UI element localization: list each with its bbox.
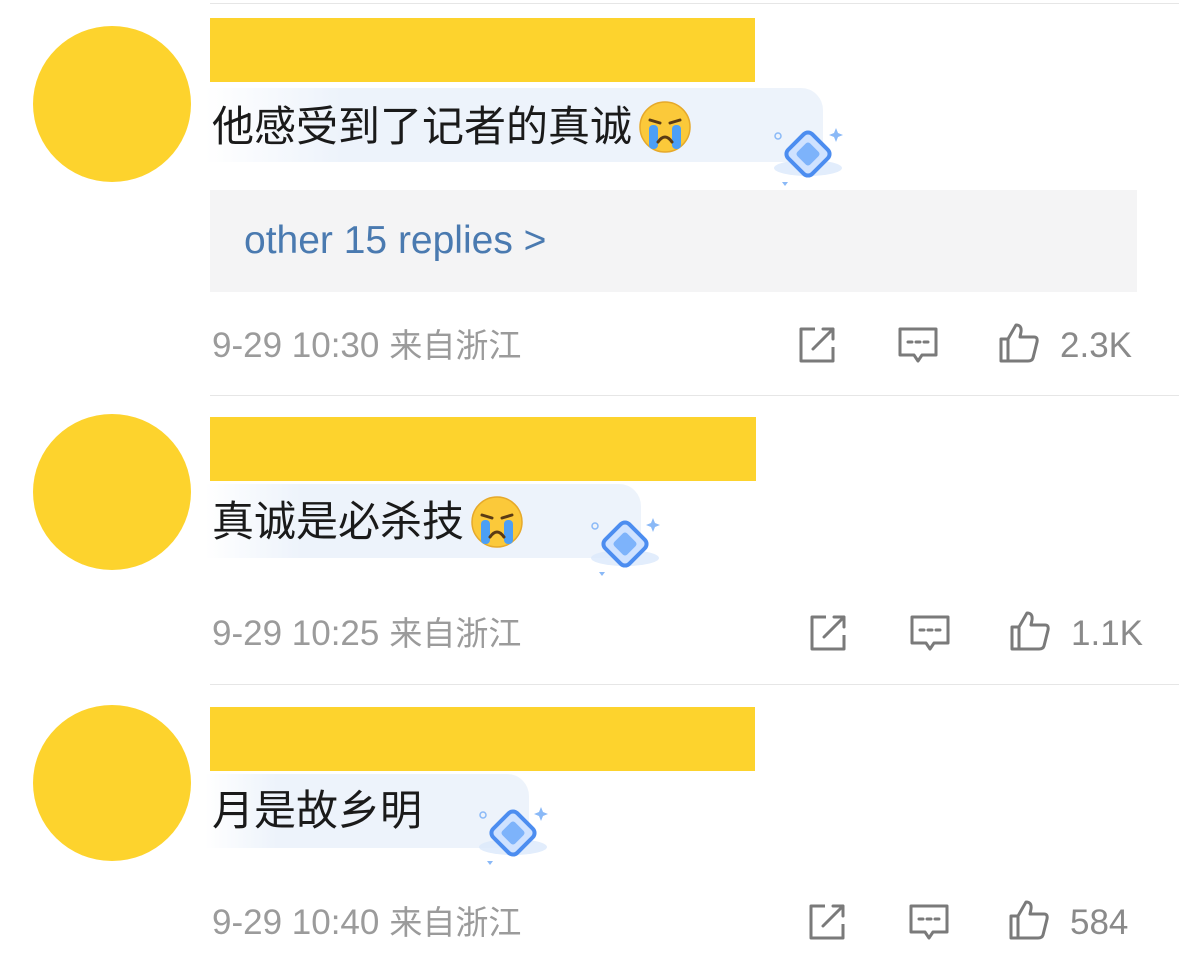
timestamp: 9-29 10:30 bbox=[212, 326, 380, 365]
timestamp: 9-29 10:40 bbox=[212, 903, 380, 942]
thumbs-up-icon[interactable] bbox=[1007, 898, 1051, 942]
like-count: 584 bbox=[1070, 903, 1129, 942]
comment-meta: 9-29 10:30 来自浙江 bbox=[212, 324, 521, 368]
avatar[interactable] bbox=[33, 26, 191, 182]
diamond-badge-icon bbox=[589, 512, 661, 576]
username-bar[interactable] bbox=[210, 417, 756, 481]
comment-item: 真诚是必杀技 9-29 10:25 来自浙江 1.1K bbox=[0, 396, 1179, 684]
loudly-crying-face-icon bbox=[638, 100, 692, 154]
timestamp: 9-29 10:25 bbox=[212, 614, 380, 653]
location: 来自浙江 bbox=[389, 903, 522, 942]
comment-meta: 9-29 10:40 来自浙江 bbox=[212, 901, 521, 945]
diamond-badge-icon bbox=[772, 122, 844, 186]
share-icon[interactable] bbox=[795, 323, 839, 367]
username-bar[interactable] bbox=[210, 707, 755, 771]
comment-text-content: 月是故乡明 bbox=[212, 786, 423, 835]
comment-text: 他感受到了记者的真诚 bbox=[212, 100, 692, 154]
like-count: 2.3K bbox=[1060, 326, 1132, 365]
comment-item: 月是故乡明 9-29 10:40 来自浙江 584 bbox=[0, 685, 1179, 970]
more-replies-link[interactable]: other 15 replies > bbox=[244, 216, 546, 266]
thumbs-up-icon[interactable] bbox=[997, 321, 1041, 365]
avatar[interactable] bbox=[33, 414, 191, 570]
share-icon[interactable] bbox=[806, 611, 850, 655]
comment-text-content: 他感受到了记者的真诚 bbox=[212, 102, 633, 151]
comment-text-content: 真诚是必杀技 bbox=[212, 497, 465, 546]
location: 来自浙江 bbox=[389, 326, 522, 365]
diamond-badge-icon bbox=[477, 801, 549, 865]
comment-item: 他感受到了记者的真诚 other 15 replies > 9-29 10:30… bbox=[0, 0, 1179, 395]
location: 来自浙江 bbox=[389, 614, 522, 653]
thumbs-up-icon[interactable] bbox=[1008, 609, 1052, 653]
comment-meta: 9-29 10:25 来自浙江 bbox=[212, 612, 521, 656]
username-bar[interactable] bbox=[210, 18, 755, 82]
comment-text: 真诚是必杀技 bbox=[212, 495, 524, 549]
like-count: 1.1K bbox=[1071, 614, 1143, 653]
comment-text: 月是故乡明 bbox=[212, 785, 422, 837]
avatar[interactable] bbox=[33, 705, 191, 861]
comment-icon[interactable] bbox=[907, 900, 951, 944]
replies-box[interactable]: other 15 replies > bbox=[210, 190, 1137, 292]
share-icon[interactable] bbox=[805, 900, 849, 944]
comment-icon[interactable] bbox=[908, 611, 952, 655]
comment-icon[interactable] bbox=[896, 323, 940, 367]
loudly-crying-face-icon bbox=[470, 495, 524, 549]
